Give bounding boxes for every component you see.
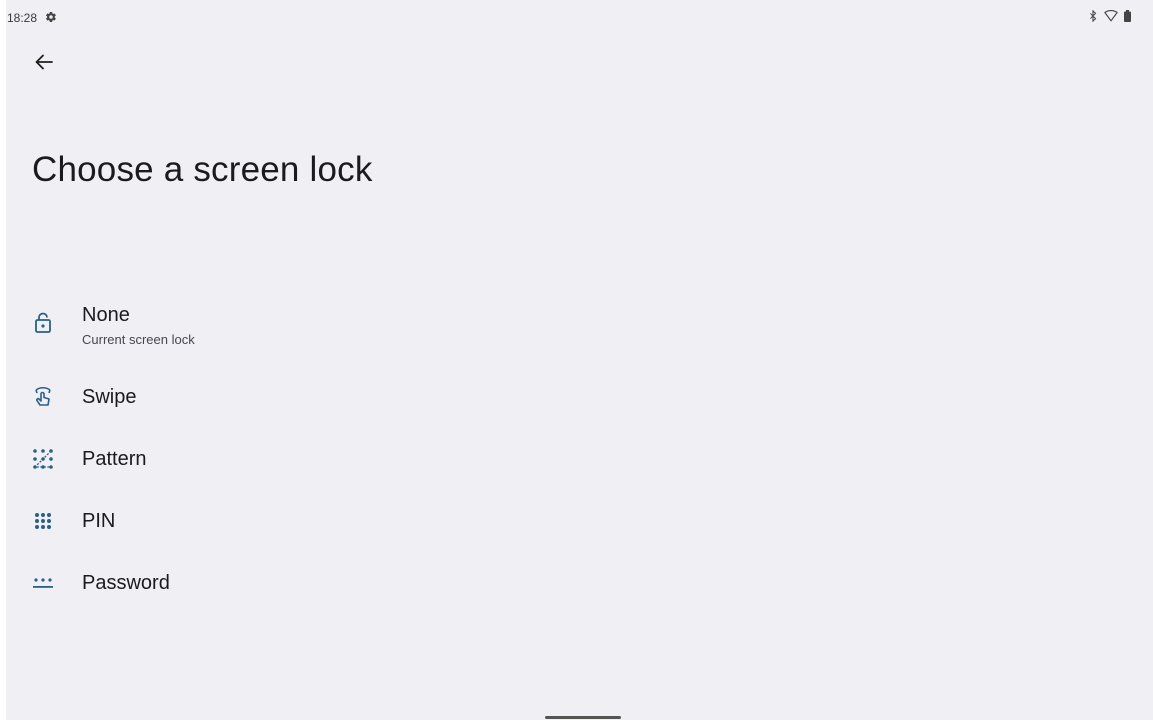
option-pattern[interactable]: Pattern [6, 438, 1153, 478]
option-label: PIN [82, 510, 116, 532]
page-title: Choose a screen lock [32, 150, 373, 189]
arrow-left-icon [35, 54, 53, 75]
option-password[interactable]: Password [6, 562, 1153, 602]
bluetooth-icon [1088, 9, 1098, 27]
option-label: Swipe [82, 386, 137, 408]
back-button[interactable] [30, 50, 58, 78]
screen: 18:28 Choose a screen lock None Current … [6, 0, 1153, 720]
option-sublabel: Current screen lock [82, 332, 195, 347]
password-icon [32, 572, 54, 594]
option-label: None [82, 304, 130, 326]
navigation-handle[interactable] [545, 716, 621, 719]
swipe-icon [32, 386, 54, 408]
pattern-icon [32, 448, 54, 470]
settings-icon [45, 10, 57, 23]
option-none[interactable]: None Current screen lock [6, 292, 1153, 358]
wifi-icon [1104, 9, 1118, 27]
status-time: 18:28 [7, 11, 38, 25]
option-swipe[interactable]: Swipe [6, 376, 1153, 416]
option-pin[interactable]: PIN [6, 500, 1153, 540]
option-label: Password [82, 572, 170, 594]
option-label: Pattern [82, 448, 147, 470]
lock-open-icon [32, 312, 54, 334]
pin-icon [32, 510, 54, 532]
battery-icon [1124, 9, 1131, 27]
status-icons [1088, 9, 1131, 27]
status-bar: 18:28 [6, 0, 1153, 28]
